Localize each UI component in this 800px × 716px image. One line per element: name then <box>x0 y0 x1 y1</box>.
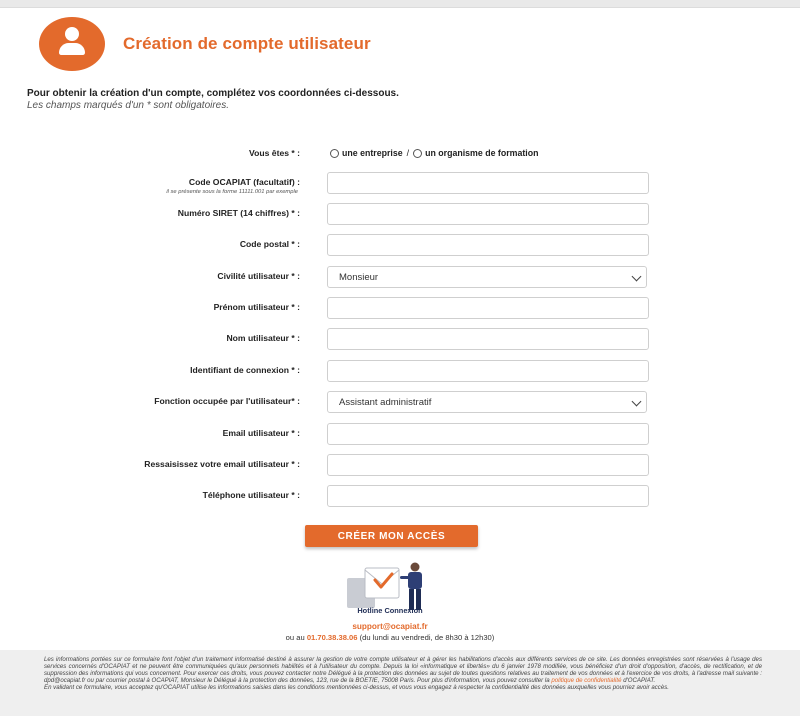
phone-prefix: ou au <box>285 633 305 642</box>
user-head-shape <box>65 27 79 41</box>
row-code-postal: Code postal * : <box>0 234 800 256</box>
row-siret: Numéro SIRET (14 chiffres) * : <box>0 203 800 225</box>
label-email-confirm: Ressaisissez votre email utilisateur * : <box>144 459 300 469</box>
required-fields-note: Les champs marqués d'un * sont obligatoi… <box>27 100 230 111</box>
row-fonction: Fonction occupée par l'utilisateur* : As… <box>0 391 800 413</box>
user-shoulders-shape <box>59 43 85 55</box>
radio-entreprise[interactable] <box>330 148 339 158</box>
label-code-postal: Code postal * : <box>239 239 300 249</box>
radio-organisme[interactable] <box>413 148 423 158</box>
person-arm-shape <box>400 576 410 579</box>
intro-text: Pour obtenir la création d'un compte, co… <box>27 88 399 111</box>
intro-line: Pour obtenir la création d'un compte, co… <box>27 88 399 99</box>
identifiant-input[interactable] <box>327 360 649 382</box>
chevron-down-icon <box>631 396 642 407</box>
page-title: Création de compte utilisateur <box>123 34 371 53</box>
radio-entreprise-label[interactable]: une entreprise <box>342 148 403 158</box>
civilite-selected-value: Monsieur <box>339 272 379 283</box>
row-vous-etes: Vous êtes * : une entreprise / un organi… <box>0 143 800 165</box>
row-civilite: Civilité utilisateur * : Monsieur <box>0 266 800 288</box>
legal-notice: Les informations portées sur ce formulai… <box>44 656 762 692</box>
fonction-selected-value: Assistant administratif <box>339 397 432 408</box>
row-prenom: Prénom utilisateur * : <box>0 297 800 319</box>
phone-number-link[interactable]: 01.70.38.38.06 <box>307 633 358 642</box>
email-confirm-input[interactable] <box>327 454 649 476</box>
label-code-ocapiat: Code OCAPIAT (facultatif) : <box>188 177 300 187</box>
label-vous-etes: Vous êtes * : <box>249 148 300 158</box>
row-email: Email utilisateur * : <box>0 423 800 445</box>
chevron-down-icon <box>631 271 642 282</box>
code-ocapiat-input[interactable] <box>327 172 649 194</box>
hotline-label: Hotline Connexion <box>357 606 423 615</box>
legal-consent-text: En validant ce formulaire, vous acceptez… <box>44 683 669 691</box>
user-avatar-icon <box>39 17 105 71</box>
top-bar <box>0 0 800 8</box>
row-telephone: Téléphone utilisateur * : <box>0 485 800 507</box>
envelope-shape <box>364 567 400 599</box>
label-siret: Numéro SIRET (14 chiffres) * : <box>177 208 300 218</box>
siret-input[interactable] <box>327 203 649 225</box>
label-telephone: Téléphone utilisateur * : <box>202 490 300 500</box>
code-ocapiat-hint: il se présente sous la forme 11111.001 p… <box>166 189 298 195</box>
person-body-shape <box>408 572 422 589</box>
person-head-shape <box>410 562 420 572</box>
civilite-select[interactable]: Monsieur <box>327 266 647 288</box>
telephone-input[interactable] <box>327 485 649 507</box>
fonction-select[interactable]: Assistant administratif <box>327 391 647 413</box>
label-civilite: Civilité utilisateur * : <box>217 271 300 281</box>
label-prenom: Prénom utilisateur * : <box>213 302 300 312</box>
radio-organisme-label[interactable]: un organisme de formation <box>425 148 538 158</box>
radio-separator: / <box>406 148 410 158</box>
type-radio-group: une entreprise / un organisme de formati… <box>330 148 538 158</box>
row-identifiant: Identifiant de connexion * : <box>0 360 800 382</box>
label-fonction: Fonction occupée par l'utilisateur* : <box>154 396 300 406</box>
label-email: Email utilisateur * : <box>222 428 300 438</box>
code-postal-input[interactable] <box>327 234 649 256</box>
phone-hours: (du lundi au vendredi, de 8h30 à 12h30) <box>359 633 495 642</box>
row-nom: Nom utilisateur * : <box>0 328 800 350</box>
page-header: Création de compte utilisateur <box>39 17 371 71</box>
prenom-input[interactable] <box>327 297 649 319</box>
row-email-confirm: Ressaisissez votre email utilisateur * : <box>0 454 800 476</box>
label-nom: Nom utilisateur * : <box>226 333 300 343</box>
row-code-ocapiat: Code OCAPIAT (facultatif) : il se présen… <box>0 172 800 195</box>
email-input[interactable] <box>327 423 649 445</box>
support-email-link[interactable]: support@ocapiat.fr <box>0 622 780 631</box>
nom-input[interactable] <box>327 328 649 350</box>
create-access-button[interactable]: CRÉER MON ACCÈS <box>305 525 478 547</box>
label-identifiant: Identifiant de connexion * : <box>190 365 300 375</box>
hotline-illustration-icon <box>347 562 422 610</box>
phone-line: ou au 01.70.38.38.06 (du lundi au vendre… <box>0 633 780 642</box>
